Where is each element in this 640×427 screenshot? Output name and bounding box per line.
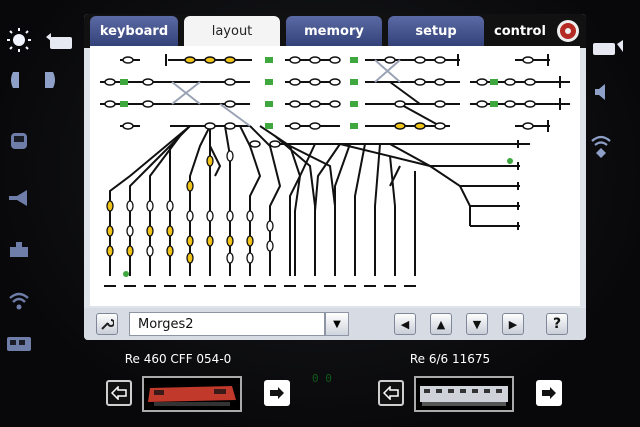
stop-icon[interactable] bbox=[556, 19, 580, 43]
chevron-down-icon: ▼ bbox=[333, 318, 341, 330]
help-button[interactable]: ? bbox=[546, 313, 568, 335]
scroll-left-button[interactable]: ◀ bbox=[394, 313, 416, 335]
scroll-right-button[interactable]: ▶ bbox=[502, 313, 524, 335]
chevron-up-icon: ▲ bbox=[436, 317, 446, 331]
chevron-down-icon: ▼ bbox=[472, 317, 482, 331]
track-layout-panel bbox=[90, 46, 580, 306]
tab-setup[interactable]: setup bbox=[388, 16, 484, 46]
coupler-icon[interactable] bbox=[2, 236, 36, 264]
tab-memory[interactable]: memory bbox=[286, 16, 382, 46]
scroll-up-button[interactable]: ▲ bbox=[430, 313, 452, 335]
tab-keyboard[interactable]: keyboard bbox=[90, 16, 178, 46]
layout-select-value: Morges2 bbox=[138, 316, 194, 332]
loco-name-right: Re 6/6 11675 bbox=[409, 352, 491, 366]
layout-toolbar: Morges2 ▼ ◀ ▲ ▼ ▶ ? bbox=[84, 308, 586, 340]
chevron-left-icon: ◀ bbox=[400, 317, 410, 331]
fan-icon[interactable] bbox=[584, 132, 618, 160]
speaker-icon[interactable] bbox=[584, 78, 618, 106]
track-diagram bbox=[100, 54, 570, 287]
tab-bar: keyboard layout memory setup control bbox=[84, 14, 586, 48]
arrow-right-icon bbox=[542, 387, 556, 399]
arrow-right-icon bbox=[270, 387, 284, 399]
horn-icon[interactable] bbox=[2, 184, 36, 212]
grey-locomotive-icon bbox=[420, 386, 508, 406]
layout-select[interactable]: Morges2 bbox=[129, 312, 325, 336]
light-icon[interactable] bbox=[2, 26, 36, 54]
dome-icon[interactable] bbox=[2, 66, 36, 94]
headlight-icon[interactable] bbox=[32, 66, 66, 94]
tab-control[interactable]: control bbox=[488, 16, 586, 46]
tab-layout[interactable]: layout bbox=[184, 16, 280, 46]
loco-light-icon[interactable] bbox=[590, 34, 624, 62]
loco-image-right[interactable] bbox=[414, 376, 514, 412]
help-label: ? bbox=[552, 316, 562, 332]
radio-icon[interactable] bbox=[2, 286, 36, 314]
scroll-down-button[interactable]: ▼ bbox=[466, 313, 488, 335]
loco-name-left: Re 460 CFF 054-0 bbox=[124, 352, 232, 366]
loco-image-left[interactable] bbox=[142, 376, 242, 412]
tab-control-label: control bbox=[494, 23, 546, 39]
loco-left-next-button[interactable] bbox=[264, 380, 290, 406]
red-locomotive-icon bbox=[148, 386, 236, 406]
chevron-right-icon: ▶ bbox=[508, 317, 518, 331]
wrench-icon bbox=[101, 319, 114, 330]
arrow-left-icon bbox=[383, 386, 399, 400]
loco-left-prev-button[interactable] bbox=[106, 380, 132, 406]
loco-light-icon[interactable] bbox=[44, 28, 78, 56]
passenger-car-icon[interactable] bbox=[2, 330, 36, 358]
loco-right-next-button[interactable] bbox=[536, 380, 562, 406]
controller-screen: keyboard layout memory setup control Mor… bbox=[84, 14, 586, 340]
loco-right-prev-button[interactable] bbox=[378, 380, 404, 406]
status-leds: 0 0 bbox=[312, 372, 332, 385]
layout-select-dropdown-button[interactable]: ▼ bbox=[325, 312, 349, 336]
arrow-left-icon bbox=[111, 386, 127, 400]
cabin-icon[interactable] bbox=[2, 128, 36, 156]
wrench-button[interactable] bbox=[96, 313, 118, 335]
